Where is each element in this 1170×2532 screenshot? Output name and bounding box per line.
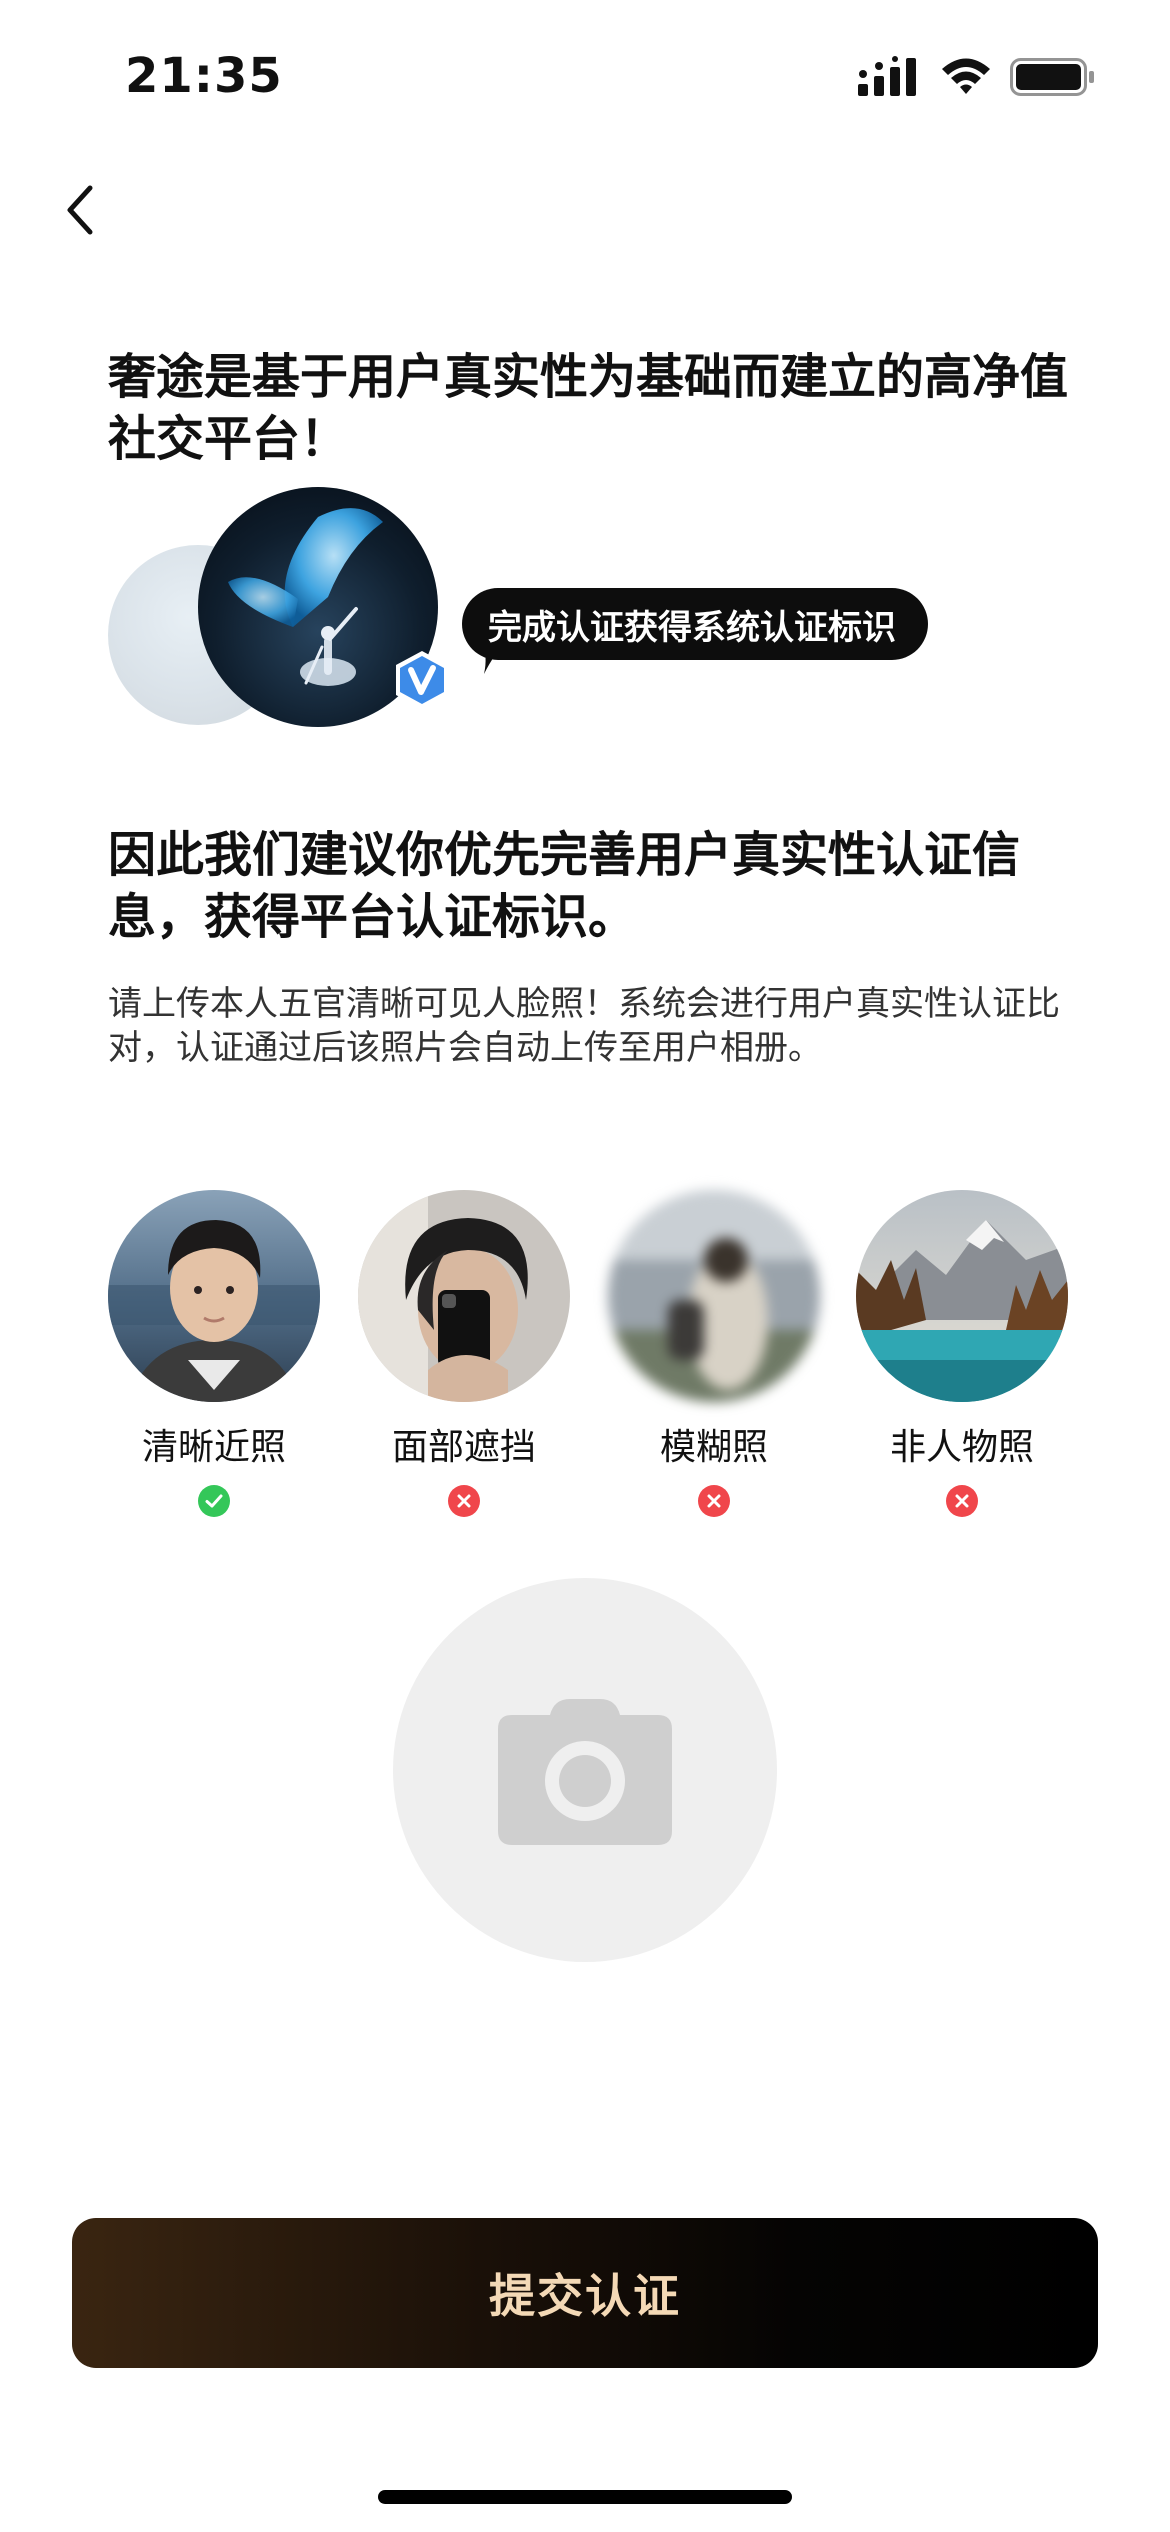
verified-v-badge-icon [396, 651, 448, 709]
upload-instructions: 请上传本人五官清晰可见人脸照！系统会进行用户真实性认证比对，认证通过后该照片会自… [108, 984, 1060, 1068]
bubble-text: 完成认证获得系统认证标识 [488, 607, 896, 648]
example-photo [608, 1190, 820, 1402]
back-button[interactable] [40, 170, 120, 250]
example-label: 非人物照 [889, 1427, 1034, 1468]
x-circle-icon [698, 1485, 730, 1517]
chevron-left-icon [67, 185, 93, 235]
check-circle-icon [198, 1485, 230, 1517]
verification-page: 21:35 奢途是基于用户真实性为基础而建立的高净值社交平台！ 完成认证获得系统… [0, 0, 1170, 2532]
photo-examples: 清晰近照 面部遮挡 模糊照 非人物照 [0, 1190, 1170, 1530]
status-bar: 21:35 [0, 0, 1170, 150]
status-time: 21:35 [125, 48, 283, 104]
wifi-icon [942, 58, 990, 94]
example-photo [856, 1190, 1068, 1402]
example-photo [358, 1190, 570, 1402]
example-non-person: 非人物照 [856, 1190, 1068, 1530]
example-clear-closeup: 清晰近照 [108, 1190, 320, 1530]
home-indicator [378, 2490, 792, 2504]
submit-verification-button[interactable]: 提交认证 [72, 2218, 1098, 2368]
x-circle-icon [448, 1485, 480, 1517]
recommend-headline: 因此我们建议你优先完善用户真实性认证信息，获得平台认证标识。 [108, 827, 1021, 945]
example-face-covered: 面部遮挡 [358, 1190, 570, 1530]
camera-icon [498, 1699, 672, 1845]
example-label: 模糊照 [659, 1427, 768, 1468]
sparkle-icon [924, 593, 946, 615]
intro-headline: 奢途是基于用户真实性为基础而建立的高净值社交平台！ [108, 349, 1069, 467]
example-photo [108, 1190, 320, 1402]
submit-label: 提交认证 [489, 2269, 681, 2323]
battery-icon [1010, 58, 1094, 96]
signal-icon [858, 56, 916, 96]
example-label: 清晰近照 [141, 1427, 286, 1468]
verification-tip-bubble: 完成认证获得系统认证标识 [462, 588, 928, 660]
x-circle-icon [946, 1485, 978, 1517]
example-label: 面部遮挡 [391, 1427, 536, 1468]
example-blurry: 模糊照 [608, 1190, 820, 1530]
photo-upload-button[interactable] [393, 1578, 777, 1962]
